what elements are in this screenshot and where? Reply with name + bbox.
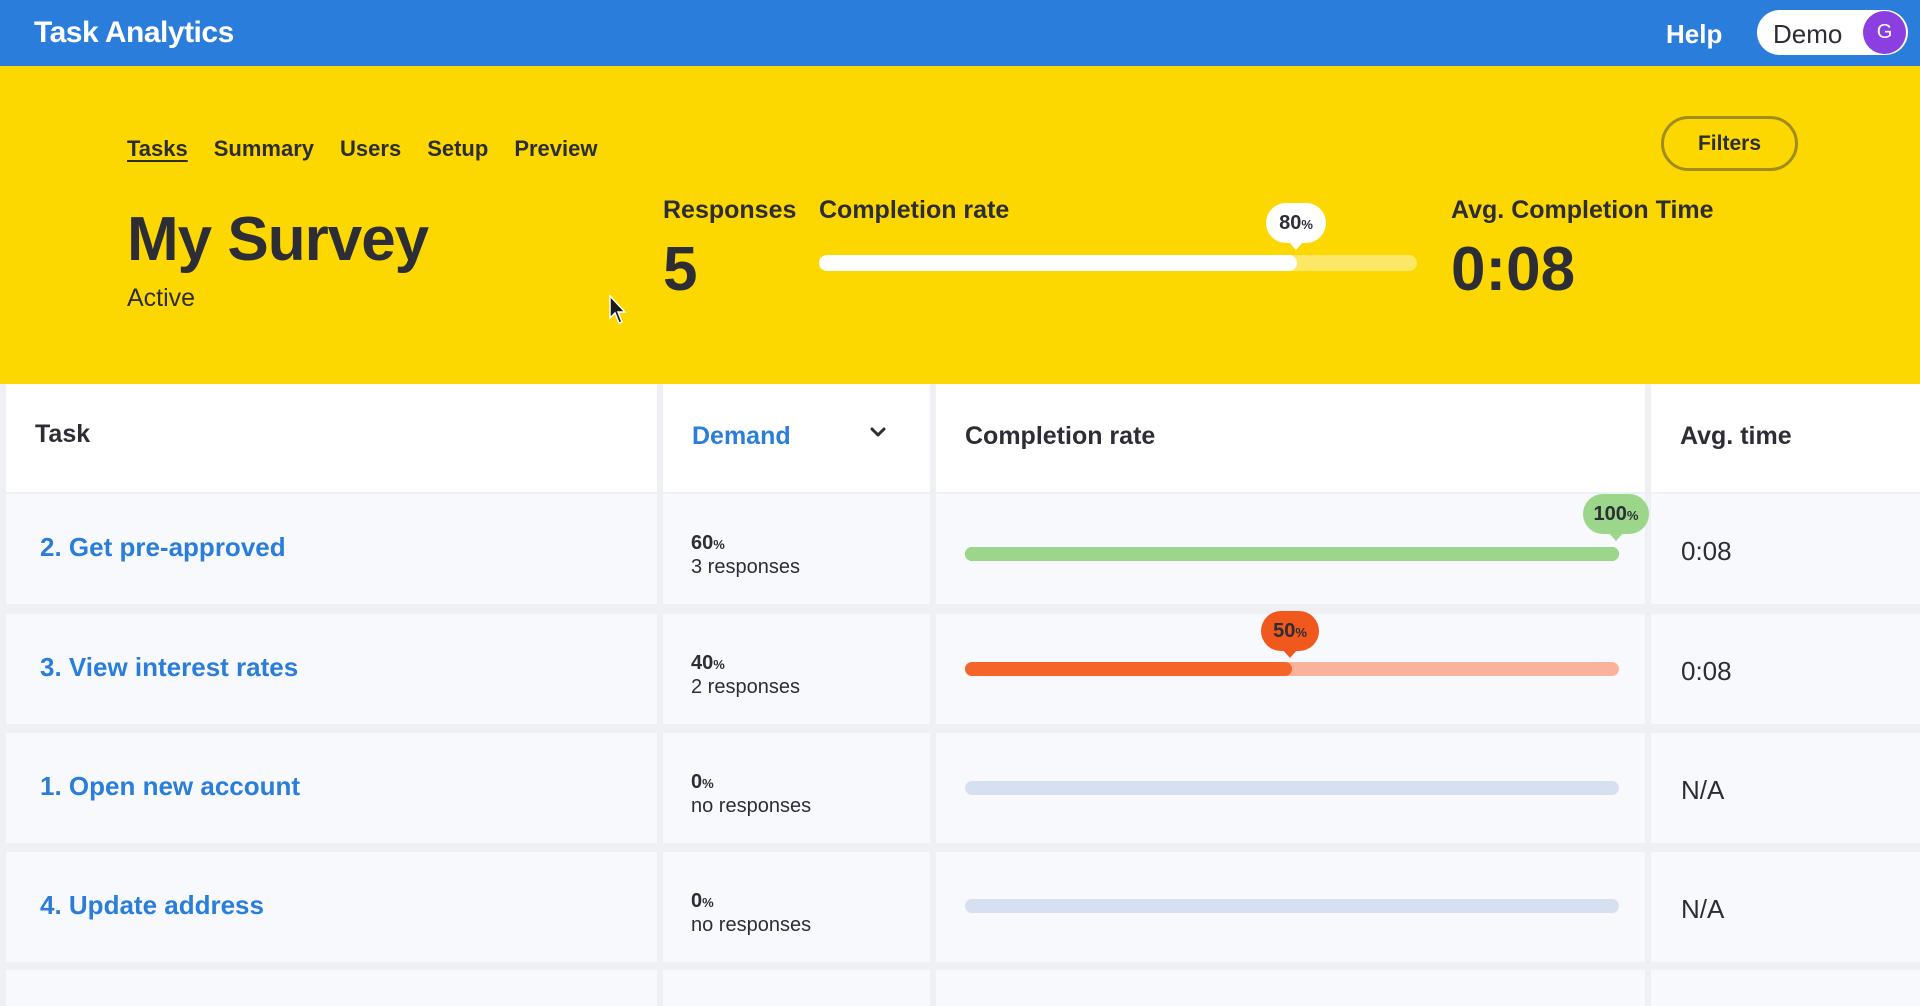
column-header-demand-label[interactable]: Demand: [692, 422, 791, 451]
percent-symbol: %: [713, 657, 725, 672]
avg-time-cell: N/A: [1651, 852, 1920, 962]
demand-responses: no responses: [691, 795, 812, 817]
demand-responses: 2 responses: [691, 676, 800, 698]
task-link[interactable]: 2. Get pre-approved: [40, 532, 286, 563]
demand-percent: 0%: [691, 771, 714, 794]
task-link[interactable]: 4. Update address: [40, 890, 264, 921]
table-row[interactable]: 1. Open new account 0% no responses N/A: [0, 733, 1920, 843]
tab-users[interactable]: Users: [340, 136, 401, 162]
tab-tasks[interactable]: Tasks: [127, 136, 188, 162]
column-header-task-label: Task: [35, 420, 91, 448]
top-bar: Task Analytics Help Demo G: [0, 0, 1920, 66]
column-header-completion: Completion rate: [936, 384, 1645, 492]
completion-bar: [965, 547, 1619, 561]
completion-badge: 50%: [1261, 611, 1319, 658]
completion-badge-value: 50: [1273, 620, 1296, 642]
demand-percent: 40%: [691, 652, 725, 675]
task-cell: 4. Update address: [6, 852, 657, 962]
demand-percent-value: 0: [691, 890, 703, 912]
completion-rate-bar: [819, 255, 1417, 271]
table-row: [0, 970, 1920, 1006]
column-header-avg-time: Avg. time: [1651, 384, 1920, 492]
user-name: Demo: [1773, 19, 1843, 49]
completion-bar: [965, 899, 1619, 913]
avg-time-cell: [1651, 970, 1920, 1006]
column-header-demand[interactable]: Demand: [663, 384, 930, 492]
demand-percent: 60%: [691, 532, 725, 555]
responses-label: Responses: [663, 196, 797, 224]
demand-responses: no responses: [691, 914, 812, 936]
completion-rate-label: Completion rate: [819, 196, 1010, 224]
avg-time-cell: 0:08: [1651, 614, 1920, 724]
survey-hero: Tasks Summary Users Setup Preview Filter…: [0, 66, 1920, 384]
task-link[interactable]: 3. View interest rates: [40, 652, 298, 683]
column-header-avg-time-label: Avg. time: [1680, 422, 1792, 450]
percent-symbol: %: [1301, 217, 1313, 232]
completion-badge-value: 100: [1593, 503, 1627, 525]
completion-rate-badge: 80%: [1266, 203, 1326, 250]
user-menu-button[interactable]: Demo G: [1757, 10, 1908, 55]
demand-cell: 40% 2 responses: [663, 614, 930, 724]
demand-cell: 60% 3 responses: [663, 494, 930, 604]
avg-completion-time-value: 0:08: [1451, 235, 1576, 304]
column-header-task: Task: [6, 384, 657, 492]
help-link[interactable]: Help: [1666, 19, 1722, 50]
avatar: G: [1863, 11, 1906, 54]
tab-preview[interactable]: Preview: [514, 136, 597, 162]
avg-time-cell: N/A: [1651, 733, 1920, 843]
demand-percent-value: 60: [691, 532, 714, 554]
demand-responses: 3 responses: [691, 556, 800, 578]
completion-fill: [965, 662, 1292, 676]
table-row[interactable]: 3. View interest rates 40% 2 responses 5…: [0, 611, 1920, 724]
table-header: Task Demand Completion rate Avg. time: [0, 384, 1920, 492]
avg-time-value: N/A: [1681, 894, 1725, 924]
avg-completion-time-label: Avg. Completion Time: [1451, 196, 1714, 224]
task-cell: [6, 970, 657, 1006]
task-cell: 3. View interest rates: [6, 614, 657, 724]
avg-time-cell: 0:08: [1651, 494, 1920, 604]
demand-percent: 0%: [691, 890, 714, 913]
demand-percent-value: 0: [691, 771, 703, 793]
responses-value: 5: [663, 235, 698, 304]
chevron-down-icon[interactable]: [868, 422, 888, 442]
demand-cell: [663, 970, 930, 1006]
percent-symbol: %: [1295, 625, 1307, 640]
demand-cell: 0% no responses: [663, 733, 930, 843]
completion-fill: [965, 547, 1619, 561]
percent-symbol: %: [713, 537, 725, 552]
demand-cell: 0% no responses: [663, 852, 930, 962]
app-title[interactable]: Task Analytics: [34, 16, 234, 50]
nav-tabs: Tasks Summary Users Setup Preview: [127, 136, 597, 162]
task-link[interactable]: 1. Open new account: [40, 771, 300, 802]
page-title: My Survey: [127, 205, 429, 274]
table-row[interactable]: 2. Get pre-approved 60% 3 responses 100%…: [0, 494, 1920, 604]
filters-button[interactable]: Filters: [1661, 116, 1798, 171]
task-cell: 2. Get pre-approved: [6, 494, 657, 604]
table-row[interactable]: 4. Update address 0% no responses N/A: [0, 852, 1920, 962]
task-cell: 1. Open new account: [6, 733, 657, 843]
demand-percent-value: 40: [691, 652, 714, 674]
tab-setup[interactable]: Setup: [427, 136, 488, 162]
completion-bar: [965, 662, 1619, 676]
percent-symbol: %: [1626, 508, 1639, 523]
column-header-completion-label: Completion rate: [965, 422, 1156, 450]
tab-summary[interactable]: Summary: [214, 136, 314, 162]
avg-time-value: N/A: [1681, 775, 1725, 805]
completion-cell: [936, 970, 1645, 1006]
avg-time-value: 0:08: [1681, 536, 1732, 566]
percent-symbol: %: [702, 776, 714, 791]
survey-status: Active: [127, 284, 196, 312]
completion-badge: 100%: [1583, 494, 1649, 541]
completion-rate-fill: [819, 255, 1298, 271]
completion-rate-value: 80: [1279, 212, 1302, 234]
avg-time-value: 0:08: [1681, 656, 1732, 686]
completion-bar: [965, 781, 1619, 795]
percent-symbol: %: [702, 895, 714, 910]
mouse-pointer-icon: [609, 295, 627, 324]
